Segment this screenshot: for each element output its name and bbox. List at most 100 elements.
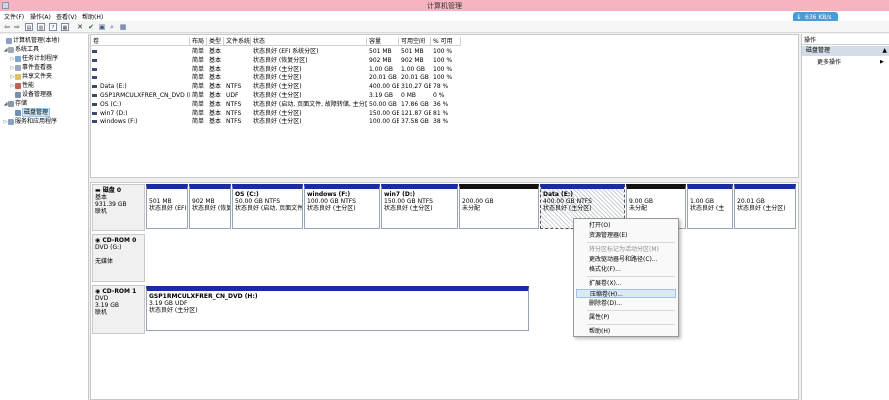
tree-item-event-viewer[interactable]: ▷ 事件查看器: [10, 63, 52, 72]
volume-row[interactable]: win7 (D:) 简单 基本 NTFS 状态良好 (主分区) 150.00 GB 121.…: [91, 109, 798, 118]
menu-view[interactable]: 查看(V): [56, 12, 77, 21]
context-menu-extend-volume[interactable]: 扩展卷(X)...: [576, 279, 676, 288]
cell-type: 基本: [209, 100, 222, 108]
partition-status: 状态良好 (主分区): [307, 205, 356, 212]
volume-icon: [92, 67, 97, 71]
tree-item-shared-folders[interactable]: ▷ 共享文件夹: [10, 72, 52, 81]
forward-icon[interactable]: ⇨: [13, 23, 21, 31]
cell-capacity: 3.19 GB: [369, 92, 394, 99]
partition-efi[interactable]: 501 MB 状态良好 (EFI: [146, 184, 188, 229]
volume-row[interactable]: OS (C:) 简单 基本 NTFS 状态良好 (启动, 页面文件, 故障转储, 主分区…: [91, 100, 798, 109]
back-icon[interactable]: ⇦: [3, 23, 11, 31]
volume-row[interactable]: GSP1RMCULXFRER_CN_DVD (H:) 简单 基本 UDF 状态良好 (主…: [91, 91, 798, 100]
column-header-capacity[interactable]: 容量: [367, 37, 399, 46]
cell-percent-free: 36 %: [433, 100, 449, 108]
tree-item-performance[interactable]: ▷ 性能: [10, 81, 34, 90]
menu-action[interactable]: 操作(A): [30, 12, 51, 21]
tree-item-storage[interactable]: ◢ 存储: [3, 99, 27, 108]
column-header-filesystem[interactable]: 文件系统: [224, 37, 251, 46]
partition-name: [690, 191, 730, 198]
context-menu-format[interactable]: 格式化(F)...: [576, 265, 676, 274]
cdrom-1-label[interactable]: ◉ CD-ROM 1 DVD 3.19 GB 联机: [92, 285, 145, 334]
partition-1gb[interactable]: 1.00 GB 状态良好 (主: [687, 184, 733, 229]
services-icon: [8, 118, 14, 125]
tree-item-services-and-applications[interactable]: ▷ 服务和应用程序: [3, 117, 57, 126]
column-header-layout[interactable]: 布局: [190, 37, 207, 46]
context-menu-open[interactable]: 打开(O): [576, 221, 676, 230]
volume-row[interactable]: 简单 基本 状态良好 (EFI 系统分区) 501 MB 501 MB 100 %: [91, 47, 798, 56]
partition-20gb[interactable]: 20.01 GB 状态良好 (主分区): [734, 184, 796, 229]
partition-cdrom-h[interactable]: GSP1RMCULXFRER_CN_DVD (H:) 3.19 GB UDF 状…: [146, 286, 529, 331]
more-actions-item[interactable]: 更多操作 ▶: [817, 58, 884, 67]
partition-f[interactable]: windows (F:) 100.00 GB NTFS 状态良好 (主分区): [304, 184, 380, 229]
collapse-up-icon[interactable]: ▲: [882, 46, 887, 56]
tree-item-label: 磁盘管理: [22, 108, 51, 117]
context-menu-shrink-volume[interactable]: 压缩卷(H)...: [576, 289, 676, 298]
close-icon[interactable]: ✕: [76, 23, 84, 31]
partition-name: [462, 191, 536, 198]
cell-status: 状态良好 (主分区): [253, 74, 302, 82]
partition-size: 100.00 GB NTFS: [307, 198, 356, 205]
check-icon[interactable]: ✔: [87, 23, 95, 31]
save-icon[interactable]: ▣: [98, 23, 106, 31]
column-header-status[interactable]: 状态: [251, 37, 367, 46]
cdrom-0-label[interactable]: ◉ CD-ROM 0 DVD (G:) 无媒体: [92, 234, 145, 282]
tree-item-label: 服务和应用程序: [15, 118, 58, 125]
volume-row[interactable]: 简单 基本 状态良好 (恢复分区) 902 MB 902 MB 100 %: [91, 56, 798, 65]
column-header-percent-free[interactable]: % 可用: [431, 37, 461, 46]
column-header-type[interactable]: 类型: [207, 37, 224, 46]
partition-name: [192, 191, 228, 198]
disk-map: ▬ 磁盘 0 基本 931.39 GB 联机 501 MB 状态良好 (EFI 90…: [90, 182, 799, 400]
tree-item-device-manager[interactable]: 设备管理器: [10, 90, 52, 99]
help-icon[interactable]: ?: [49, 23, 57, 31]
actions-header: 操作: [802, 36, 889, 45]
partition-c[interactable]: OS (C:) 50.00 GB NTFS 状态良好 (启动, 页面文件,: [232, 184, 303, 229]
context-menu-help[interactable]: 帮助(H): [576, 327, 676, 336]
cell-free-space: 17.86 GB: [401, 100, 429, 108]
volume-row[interactable]: 简单 基本 状态良好 (主分区) 20.01 GB 20.01 GB 100 %: [91, 73, 798, 82]
tree-item-disk-management[interactable]: 磁盘管理: [10, 108, 51, 117]
actions-section-disk-management[interactable]: 磁盘管理 ▲: [802, 46, 889, 56]
network-speed-text: 636 KB/s: [805, 14, 832, 21]
menu-file[interactable]: 文件(F): [4, 12, 24, 21]
toolbar: ⇦ ⇨ ▤ ▥ ? ▦ ✕ ✔ ▣ ⌕ ▦: [0, 21, 889, 33]
menu-help[interactable]: 帮助(H): [82, 12, 103, 21]
console-tree-icon[interactable]: ▥: [37, 23, 45, 31]
partition-status: 状态良好 (主分区): [384, 205, 433, 212]
column-header-volume[interactable]: 卷: [91, 37, 190, 46]
disk-name: CD-ROM 0: [102, 237, 137, 244]
context-menu-properties[interactable]: 属性(P): [576, 313, 676, 322]
partition-name: GSP1RMCULXFRER_CN_DVD (H:): [149, 293, 258, 300]
disk-0-label[interactable]: ▬ 磁盘 0 基本 931.39 GB 联机: [92, 184, 145, 231]
context-menu-delete-volume[interactable]: 删除卷(D)...: [576, 299, 676, 308]
context-menu-mark-active[interactable]: 将分区标记为活动分区(M): [576, 245, 676, 254]
tree-item-system-tools[interactable]: ◢ 系统工具: [3, 45, 39, 54]
partition-status: 未分配: [462, 205, 481, 212]
volume-row[interactable]: Data (E:) 简单 基本 NTFS 状态良好 (主分区) 400.00 GB 310.…: [91, 82, 798, 91]
partition-status: 状态良好 (主: [690, 205, 725, 212]
properties-icon[interactable]: ▦: [61, 23, 69, 31]
partition-status: 状态良好 (主分区): [149, 307, 198, 314]
tree-item-task-scheduler[interactable]: ▷ 任务计划程序: [10, 54, 58, 63]
tree-item-label: 任务计划程序: [22, 55, 59, 62]
partition-unallocated-200[interactable]: 200.00 GB 未分配: [459, 184, 539, 229]
partition-recovery[interactable]: 902 MB 状态良好 (恢复: [189, 184, 231, 229]
volume-row[interactable]: 简单 基本 状态良好 (主分区) 1.00 GB 1.00 GB 100 %: [91, 65, 798, 74]
tree-item-computer-management[interactable]: 计算机管理(本地): [1, 36, 60, 45]
partition-d[interactable]: win7 (D:) 150.00 GB NTFS 状态良好 (主分区): [381, 184, 458, 229]
show-hide-tree-icon[interactable]: ▤: [25, 23, 33, 31]
context-menu-change-drive-letter[interactable]: 更改驱动器号和路径(C)...: [576, 255, 676, 264]
window-title: 计算机管理: [427, 2, 462, 10]
tree-item-label: 存储: [15, 100, 28, 107]
context-menu-explorer[interactable]: 资源管理器(E): [576, 231, 676, 240]
volume-row[interactable]: windows (F:) 简单 基本 NTFS 状态良好 (主分区) 100.00 GB 3…: [91, 117, 798, 126]
view-icon[interactable]: ▦: [119, 23, 127, 31]
disk-type: DVD: [95, 295, 109, 302]
tree-item-label: 设备管理器: [22, 91, 53, 98]
column-header-free-space[interactable]: 可用空间: [399, 37, 431, 46]
cell-status: 状态良好 (恢复分区): [253, 56, 308, 64]
partition-size: 400.00 GB NTFS: [543, 198, 592, 205]
search-icon[interactable]: ⌕: [108, 23, 116, 31]
cdrom-0-empty-area: [146, 234, 796, 282]
cell-free-space: 121.87 GB: [401, 109, 431, 117]
